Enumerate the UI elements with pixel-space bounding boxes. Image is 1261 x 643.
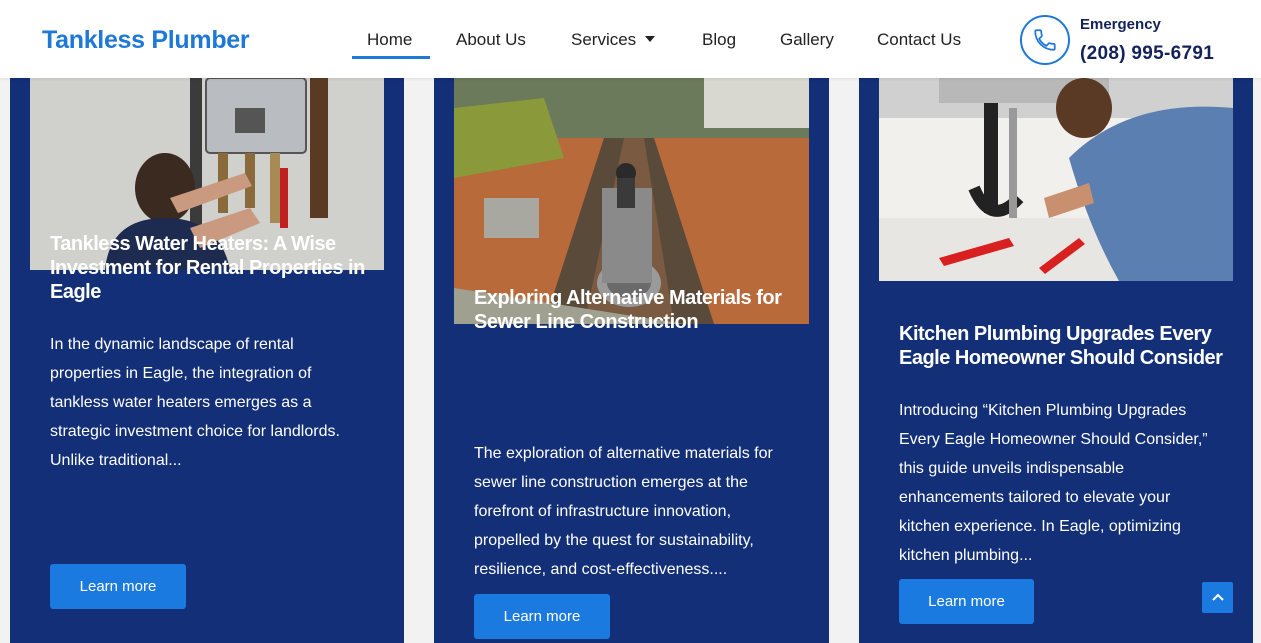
card-title[interactable]: Tankless Water Heaters: A Wise Investmen…	[50, 232, 370, 304]
nav-blog[interactable]: Blog	[702, 30, 736, 50]
phone-number[interactable]: (208) 995-6791	[1080, 43, 1214, 65]
card-excerpt: The exploration of alternative materials…	[474, 445, 773, 578]
learn-more-button[interactable]: Learn more	[899, 579, 1034, 624]
phone-icon[interactable]	[1020, 15, 1070, 65]
blog-card-sewer: Exploring Alternative Materials for Sewe…	[434, 0, 829, 643]
nav-home[interactable]: Home	[367, 30, 412, 50]
chevron-down-icon	[645, 35, 656, 42]
learn-more-button[interactable]: Learn more	[474, 594, 610, 639]
nav-contact-us[interactable]: Contact Us	[877, 30, 961, 50]
site-logo[interactable]: Tankless Plumber	[42, 26, 250, 55]
nav-gallery[interactable]: Gallery	[780, 30, 834, 50]
nav-services[interactable]: Services	[571, 30, 656, 50]
scroll-to-top-button[interactable]	[1202, 582, 1233, 613]
nav-services-label: Services	[571, 30, 637, 49]
blog-card-kitchen: Kitchen Plumbing Upgrades Every Eagle Ho…	[859, 0, 1253, 643]
site-header: Tankless Plumber Home About Us Services …	[0, 0, 1261, 78]
chevron-up-icon	[1211, 593, 1224, 601]
emergency-label: Emergency	[1080, 16, 1161, 33]
card-image-kitchen-sink[interactable]	[879, 78, 1233, 281]
card-title[interactable]: Exploring Alternative Materials for Sewe…	[474, 286, 794, 334]
active-nav-indicator	[352, 56, 430, 59]
blog-card-tankless: Tankless Water Heaters: A Wise Investmen…	[10, 0, 404, 643]
learn-more-button[interactable]: Learn more	[50, 564, 186, 609]
card-excerpt: In the dynamic landscape of rental prope…	[50, 336, 340, 469]
nav-about-us[interactable]: About Us	[456, 30, 526, 50]
card-excerpt: Introducing “Kitchen Plumbing Upgrades E…	[899, 402, 1208, 564]
card-title[interactable]: Kitchen Plumbing Upgrades Every Eagle Ho…	[899, 322, 1229, 370]
